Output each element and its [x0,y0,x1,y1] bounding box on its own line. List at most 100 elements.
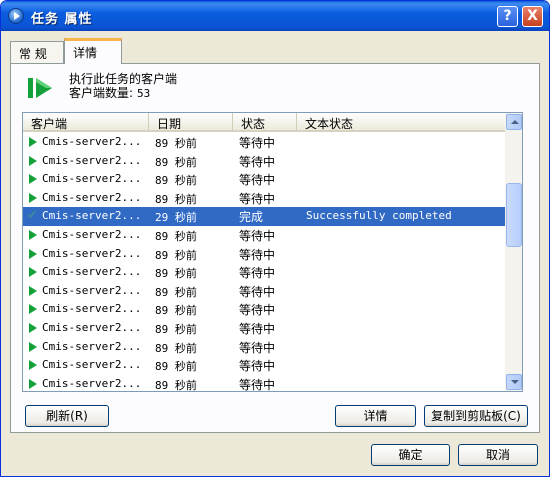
cancel-button[interactable]: 取消 [458,444,538,466]
list-header: 客户端 日期 状态 文本状态 [23,113,505,132]
table-row[interactable]: Cmis-server2... 89 秒前 等待中 [23,338,505,357]
table-row[interactable]: Cmis-server2... 89 秒前 等待中 [23,152,505,171]
date-cell: 89 秒前 [155,192,197,206]
client-cell: Cmis-server2... [42,283,142,297]
details-button[interactable]: 详情 [335,405,416,427]
status-cell: 等待中 [239,303,276,318]
status-cell: 等待中 [239,359,276,374]
play-icon [29,267,37,278]
column-header-client[interactable]: 客户端 [23,113,149,131]
status-cell: 等待中 [239,247,276,262]
status-cell: 等待中 [239,340,276,355]
window-title: 任务 属性 [31,12,93,27]
column-header-text-status[interactable]: 文本状态 [297,113,505,131]
play-icon [29,192,37,203]
date-cell: 89 秒前 [155,248,197,262]
table-row[interactable]: Cmis-server2... 89 秒前 等待中 [23,375,505,392]
date-cell: 89 秒前 [155,304,197,318]
table-row[interactable]: Cmis-server2... 89 秒前 等待中 [23,133,505,152]
play-icon [29,322,37,333]
play-icon [29,378,37,389]
table-row[interactable]: Cmis-server2... 89 秒前 等待中 [23,263,505,282]
date-cell: 89 秒前 [155,378,197,392]
refresh-button[interactable]: 刷新(R) [25,405,109,427]
status-cell: 等待中 [239,284,276,299]
status-cell: 等待中 [239,136,276,150]
client-count-value: 53 [137,87,151,100]
column-header-date[interactable]: 日期 [149,113,233,131]
title-bar[interactable]: 任务 属性 ? X [1,1,549,31]
date-cell: 89 秒前 [155,322,197,336]
play-icon [29,304,37,315]
scroll-thumb[interactable] [506,183,522,247]
help-button[interactable]: ? [497,6,518,27]
scroll-down-button[interactable] [506,374,522,390]
tab-general[interactable]: 常 规 [10,41,64,63]
check-icon [27,208,39,223]
task-app-icon [8,8,24,24]
client-cell: Cmis-server2... [42,358,142,372]
client-cell: Cmis-server2... [42,172,142,186]
list-rows: Cmis-server2... 89 秒前 等待中 Cmis-server2... 89… [23,133,505,392]
scroll-up-button[interactable] [506,114,522,130]
client-count-row: 客户端数量: 53 [69,84,150,101]
table-row[interactable]: Cmis-server2... 89 秒前 等待中 [23,226,505,245]
client-list[interactable]: 客户端 日期 状态 文本状态 Cmis-server2... 89 秒前 等待中 Cm… [22,112,523,392]
table-row[interactable]: Cmis-server2... 89 秒前 等待中 [23,245,505,264]
table-row[interactable]: Cmis-server2... 89 秒前 等待中 [23,356,505,375]
client-cell: Cmis-server2... [42,190,142,204]
status-cell: 等待中 [239,173,276,188]
tab-details[interactable]: 详情 [64,38,122,64]
table-row[interactable]: Cmis-server2... 89 秒前 等待中 [23,170,505,189]
play-icon [29,155,37,166]
date-cell: 89 秒前 [155,174,197,188]
play-icon [29,341,37,352]
table-row[interactable]: Cmis-server2... 89 秒前 等待中 [23,189,505,208]
play-icon [29,248,37,259]
play-icon [29,229,37,240]
client-cell: Cmis-server2... [42,339,142,353]
client-cell: Cmis-server2... [42,227,142,241]
client-cell: Cmis-server2... [42,320,142,334]
play-icon [29,174,37,185]
client-cell: Cmis-server2... [42,135,142,148]
client-count-label: 客户端数量: [69,86,134,100]
status-cell: 完成 [239,210,264,225]
client-cell: Cmis-server2... [42,302,142,316]
date-cell: 89 秒前 [155,137,197,150]
run-icon [28,78,52,98]
play-icon [29,285,37,296]
close-button[interactable]: X [522,6,543,27]
date-cell: 89 秒前 [155,229,197,243]
client-cell: Cmis-server2... [42,209,142,223]
client-cell: Cmis-server2... [42,246,142,260]
table-row[interactable]: Cmis-server2... 89 秒前 等待中 [23,300,505,319]
ok-button[interactable]: 确定 [371,444,450,466]
play-icon [29,137,37,147]
date-cell: 89 秒前 [155,360,197,374]
status-cell: 等待中 [239,154,276,169]
column-header-status[interactable]: 状态 [233,113,297,131]
client-cell: Cmis-server2... [42,153,142,167]
task-properties-window: 任务 属性 ? X 常 规 详情 执行此任务的客户端 客户端数量: 53 客户端 … [0,0,550,477]
date-cell: 89 秒前 [155,341,197,355]
date-cell: 89 秒前 [155,285,197,299]
vertical-scrollbar[interactable] [505,113,522,391]
status-cell: 等待中 [239,191,276,206]
details-panel: 执行此任务的客户端 客户端数量: 53 客户端 日期 状态 文本状态 Cmis-s… [10,63,540,433]
date-cell: 89 秒前 [155,267,197,281]
date-cell: 29 秒前 [155,211,197,225]
client-cell: Cmis-server2... [42,265,142,279]
date-cell: 89 秒前 [155,155,197,169]
client-cell: Cmis-server2... [42,376,142,390]
status-cell: 等待中 [239,228,276,243]
status-cell: 等待中 [239,377,276,392]
table-row[interactable]: Cmis-server2... 89 秒前 等待中 [23,319,505,338]
status-cell: 等待中 [239,321,276,336]
play-icon [29,360,37,371]
text-status-cell: Successfully completed [306,209,452,223]
table-row[interactable]: Cmis-server2... 89 秒前 等待中 [23,282,505,301]
status-cell: 等待中 [239,266,276,281]
table-row[interactable]: Cmis-server2... 29 秒前 完成 Successfully compl… [23,207,505,226]
copy-to-clipboard-button[interactable]: 复制到剪贴板(C) [424,405,528,427]
